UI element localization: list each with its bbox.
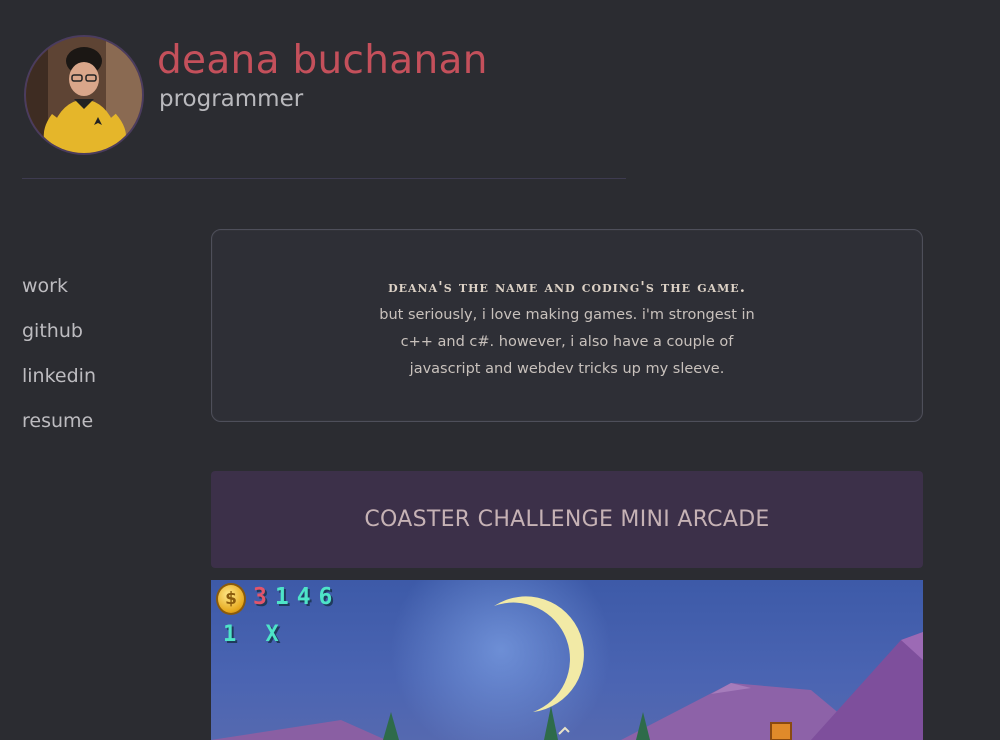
tree [383, 712, 399, 740]
project-title-banner[interactable]: COASTER CHALLENGE MINI ARCADE [211, 471, 923, 568]
avatar [24, 35, 144, 155]
intro-card: deana's the name and coding's the game. … [211, 229, 923, 422]
nav-link-work[interactable]: work [22, 272, 96, 317]
intro-tagline: deana's the name and coding's the game. [388, 278, 746, 296]
score-remaining-digits: 146 [274, 584, 341, 610]
avatar-photo [26, 37, 142, 153]
site-title: deana buchanan [157, 38, 488, 83]
mountain [811, 632, 923, 740]
portfolio-page: deana buchanan programmer work github li… [0, 0, 1000, 740]
site-subtitle: programmer [159, 86, 304, 112]
header-divider [22, 178, 626, 179]
nav-link-resume[interactable]: resume [22, 407, 96, 452]
coin-icon: $ [216, 583, 246, 615]
score-first-digit: 3 [253, 584, 275, 610]
intro-body: but seriously, i love making games. i'm … [379, 307, 755, 377]
tree [636, 712, 650, 740]
game-preview-image[interactable]: $ 3146 1 X [211, 580, 923, 740]
nav-link-github[interactable]: github [22, 317, 96, 362]
project-title: COASTER CHALLENGE MINI ARCADE [364, 507, 770, 532]
lives-counter: 1 X [223, 622, 287, 647]
crate [770, 722, 792, 740]
sidebar-nav: work github linkedin resume [22, 272, 96, 452]
score-counter: 3146 [253, 584, 340, 610]
nav-link-linkedin[interactable]: linkedin [22, 362, 96, 407]
